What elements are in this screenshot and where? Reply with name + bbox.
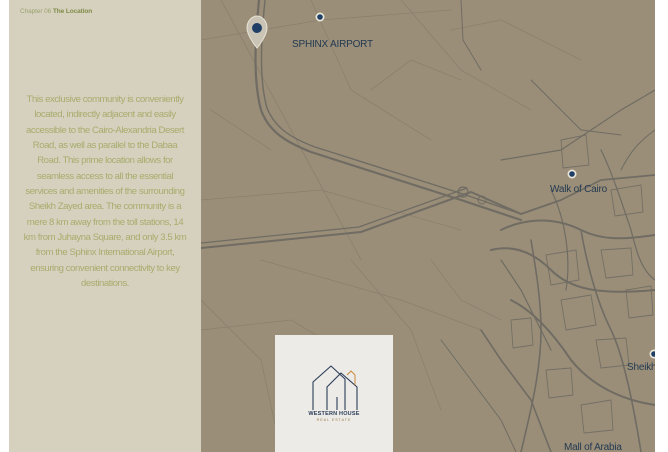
chapter-number: Chapter 06 xyxy=(20,8,52,15)
brochure-page: Chapter 06 The Location This exclusive c… xyxy=(0,0,668,452)
label-sphinx-airport: SPHINX AIRPORT xyxy=(292,39,373,50)
map-roads xyxy=(201,0,655,452)
chapter-heading: Chapter 06 The Location xyxy=(20,8,92,15)
logo-name: WESTERN HOUSE xyxy=(308,411,360,417)
page-margin-left xyxy=(0,0,9,452)
location-description: This exclusive community is conveniently… xyxy=(23,94,187,290)
label-sheikh: Sheikh xyxy=(627,362,655,373)
chapter-title: The Location xyxy=(52,8,93,15)
logo-card: WESTERN HOUSE REAL ESTATE xyxy=(275,335,393,452)
info-sidebar: Chapter 06 The Location This exclusive c… xyxy=(9,0,201,452)
location-map[interactable]: SPHINX AIRPORT Walk of Cairo Sheikh Mall… xyxy=(201,0,655,452)
house-outline-icon xyxy=(312,365,358,410)
label-mall-of-arabia: Mall of Arabia xyxy=(564,442,622,452)
location-pin-icon xyxy=(246,15,268,49)
logo-tagline: REAL ESTATE xyxy=(316,418,352,422)
page-margin-right xyxy=(655,0,668,452)
label-walk-of-cairo: Walk of Cairo xyxy=(550,184,608,195)
